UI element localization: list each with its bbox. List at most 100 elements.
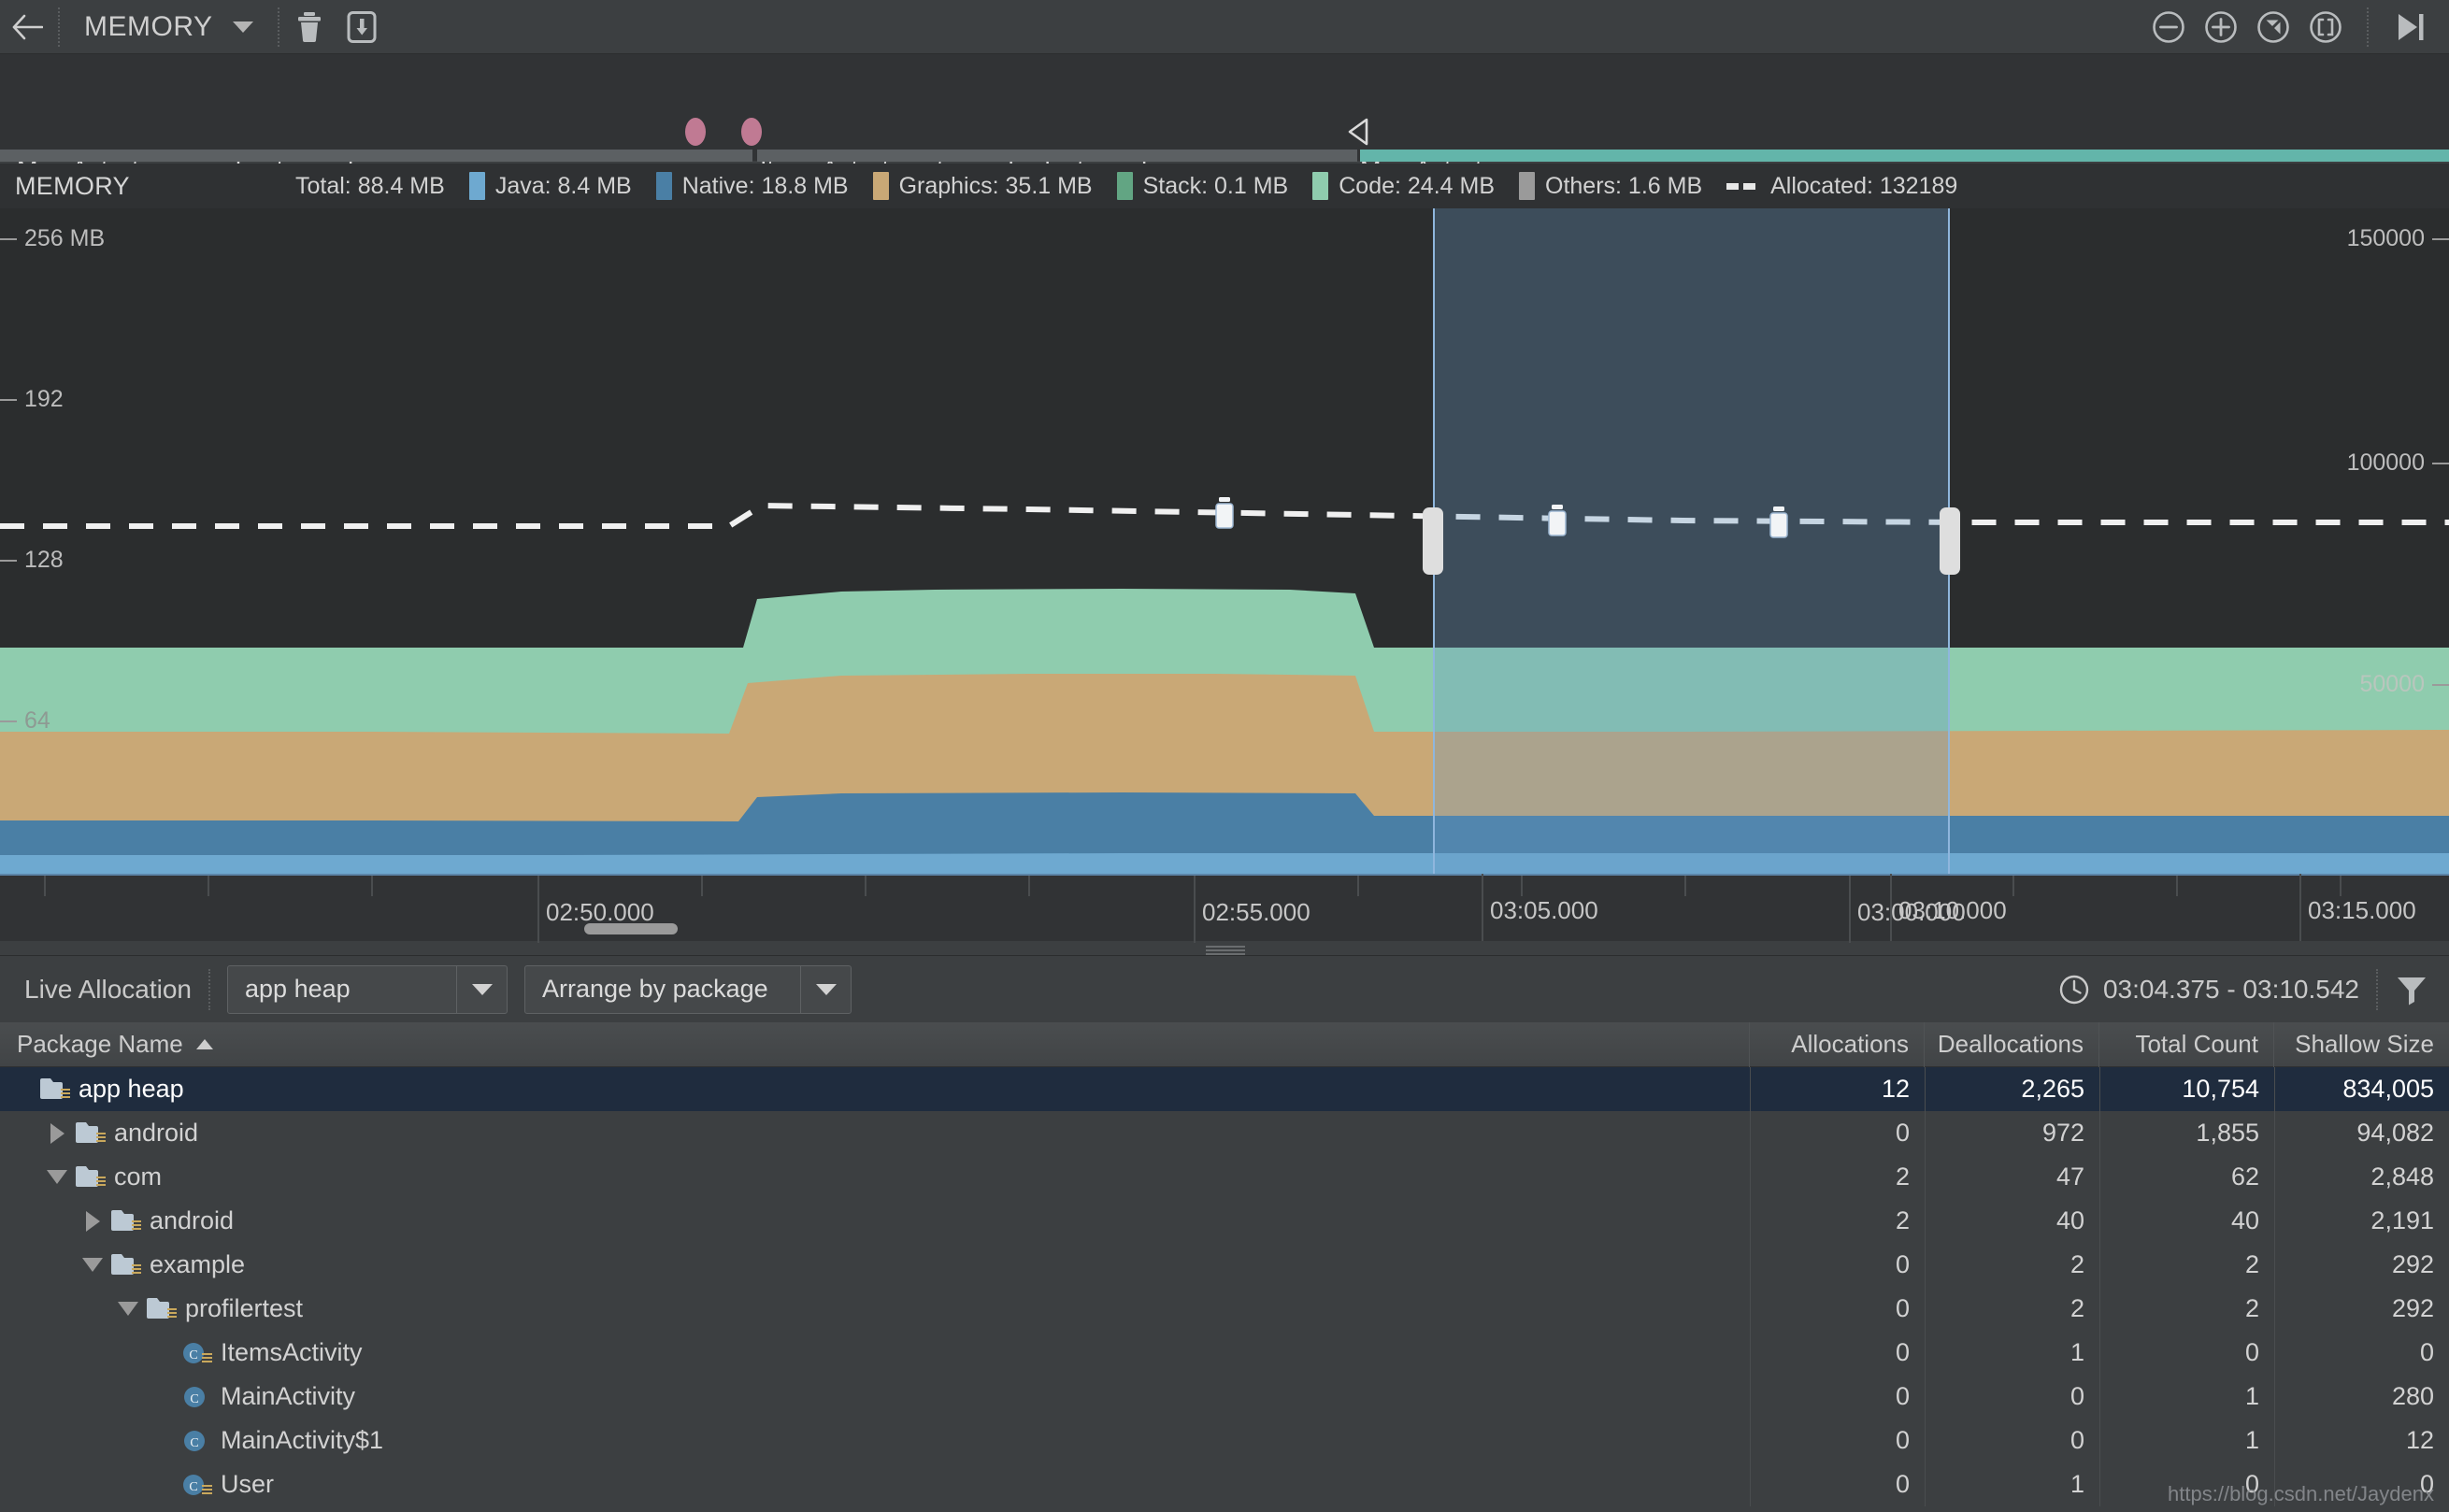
time-axis-label: 03:15.000 bbox=[2308, 896, 2416, 924]
event-timeline-track[interactable]: MainActivity - saved - stopped ItemsActi… bbox=[0, 53, 2449, 183]
cell-shallow-size: 292 bbox=[2274, 1243, 2449, 1287]
legend-item-others: Others: 1.6 MB bbox=[1519, 172, 1702, 200]
legend-swatch-code bbox=[1312, 172, 1329, 200]
legend-label-graphics: Graphics: 35.1 MB bbox=[898, 172, 1093, 199]
touch-event-marker[interactable] bbox=[685, 118, 706, 146]
activity-bar-main[interactable] bbox=[1360, 150, 2449, 162]
legend-label-allocated: Allocated: 132189 bbox=[1770, 172, 1958, 199]
time-tick-minor bbox=[865, 876, 866, 896]
chevron-right-icon[interactable] bbox=[41, 1122, 73, 1144]
cell-package-name: example bbox=[0, 1243, 1750, 1287]
time-axis-label: 03:10.000 bbox=[1898, 896, 2007, 924]
table-row[interactable]: app heap 12 2,265 10,754 834,005 bbox=[0, 1067, 2449, 1111]
cell-deallocations: 47 bbox=[1925, 1155, 2099, 1199]
reset-zoom-button[interactable] bbox=[2247, 0, 2299, 53]
package-name-label: example bbox=[150, 1250, 246, 1278]
chevron-down-icon[interactable] bbox=[41, 1170, 73, 1184]
touch-event-marker[interactable] bbox=[741, 118, 762, 146]
series-area-java bbox=[0, 853, 2449, 874]
table-row[interactable]: C MainActivity$1 0 0 1 12 bbox=[0, 1419, 2449, 1462]
zoom-in-button[interactable] bbox=[2195, 0, 2247, 53]
cell-allocations: 0 bbox=[1750, 1243, 1925, 1287]
timeline-axis-right-labels[interactable]: 03:05.000 03:10.000 03:15.000 bbox=[1224, 874, 2449, 941]
timeline-horizontal-scrollbar[interactable] bbox=[584, 923, 678, 934]
cell-deallocations: 972 bbox=[1925, 1111, 2099, 1155]
allocation-table[interactable]: Package Name Allocations Deallocations T… bbox=[0, 1021, 2449, 1512]
sort-ascending-icon bbox=[195, 1039, 213, 1049]
time-axis-label: 03:05.000 bbox=[1490, 896, 1598, 924]
legend-swatch-graphics bbox=[872, 172, 889, 200]
chevron-right-icon[interactable] bbox=[77, 1210, 108, 1232]
gc-event-marker[interactable] bbox=[1766, 506, 1792, 544]
chevron-down-icon[interactable] bbox=[77, 1258, 108, 1272]
time-tick-minor bbox=[371, 876, 373, 896]
clock-icon bbox=[2059, 975, 2089, 1004]
selection-handle-right[interactable] bbox=[1940, 507, 1960, 575]
memory-chart[interactable]: 256 MB 192 128 64 150000 100000 50000 bbox=[0, 208, 2449, 874]
tick-mark bbox=[0, 560, 17, 563]
live-allocation-toolbar: Live Allocation app heap Arrange by pack… bbox=[0, 955, 2449, 1022]
filter-button[interactable] bbox=[2395, 974, 2428, 1006]
toolbar-separator bbox=[2367, 7, 2369, 47]
legend-item-code: Code: 24.4 MB bbox=[1312, 172, 1495, 200]
heap-select[interactable]: app heap bbox=[227, 964, 508, 1014]
reset-zoom-icon bbox=[2257, 10, 2289, 43]
back-button[interactable] bbox=[0, 0, 54, 53]
tick-mark bbox=[2432, 463, 2449, 465]
legend-swatch-stack bbox=[1116, 172, 1133, 200]
chevron-down-icon[interactable] bbox=[800, 965, 851, 1013]
column-header-shallow-size[interactable]: Shallow Size bbox=[2274, 1022, 2449, 1067]
gc-event-marker[interactable] bbox=[1544, 504, 1570, 542]
chevron-down-icon[interactable] bbox=[233, 21, 254, 33]
table-body: app heap 12 2,265 10,754 834,005 android 0 972 1… bbox=[0, 1067, 2449, 1506]
legend-label-code: Code: 24.4 MB bbox=[1339, 172, 1495, 199]
cell-total-count: 2 bbox=[2099, 1243, 2274, 1287]
cell-deallocations: 1 bbox=[1925, 1331, 2099, 1375]
selection-handle-left[interactable] bbox=[1423, 507, 1443, 575]
cell-deallocations: 0 bbox=[1925, 1375, 2099, 1419]
cell-shallow-size: 94,082 bbox=[2274, 1111, 2449, 1155]
chevron-down-icon[interactable] bbox=[456, 965, 507, 1013]
legend-label-total: Total: 88.4 MB bbox=[295, 172, 445, 199]
zoom-out-button[interactable] bbox=[2142, 0, 2195, 53]
table-row[interactable]: profilertest 0 2 2 292 bbox=[0, 1287, 2449, 1331]
activity-bar-items-destroyed[interactable] bbox=[757, 150, 1357, 162]
zoom-to-selection-button[interactable] bbox=[2299, 0, 2352, 53]
svg-text:C: C bbox=[190, 1436, 198, 1450]
table-row[interactable]: C User 0 1 0 0 bbox=[0, 1462, 2449, 1506]
attach-to-live-button[interactable] bbox=[2384, 0, 2436, 53]
cell-total-count: 1 bbox=[2099, 1375, 2274, 1419]
force-gc-button[interactable] bbox=[283, 0, 336, 53]
table-row[interactable]: C ItemsActivity 0 1 0 0 bbox=[0, 1331, 2449, 1375]
column-header-allocations[interactable]: Allocations bbox=[1750, 1021, 1925, 1067]
package-folder-icon bbox=[108, 1251, 144, 1279]
table-row[interactable]: com 2 47 62 2,848 bbox=[0, 1155, 2449, 1199]
cell-deallocations: 2 bbox=[1925, 1287, 2099, 1331]
class-icon: C bbox=[179, 1339, 215, 1367]
panel-resize-grip[interactable] bbox=[1206, 946, 1245, 955]
package-name-label: MainActivity bbox=[221, 1382, 356, 1410]
package-name-label: ItemsActivity bbox=[221, 1338, 363, 1366]
cell-total-count: 10,754 bbox=[2099, 1067, 2274, 1111]
gc-event-marker[interactable] bbox=[1211, 496, 1238, 535]
legend-item-stack: Stack: 0.1 MB bbox=[1116, 172, 1288, 200]
table-row[interactable]: android 2 40 40 2,191 bbox=[0, 1199, 2449, 1243]
cell-total-count: 2 bbox=[2099, 1287, 2274, 1331]
legend-swatch-others bbox=[1519, 172, 1535, 200]
table-row[interactable]: C MainActivity 0 0 1 280 bbox=[0, 1375, 2449, 1419]
dump-java-heap-button[interactable] bbox=[336, 0, 388, 53]
activity-bar-main-stopped[interactable] bbox=[0, 150, 752, 162]
chevron-down-icon[interactable] bbox=[112, 1302, 144, 1316]
chart-range-selection[interactable] bbox=[1423, 208, 1960, 874]
table-header: Package Name Allocations Deallocations T… bbox=[0, 1021, 2449, 1067]
time-tick-minor bbox=[1028, 876, 1030, 896]
column-header-total-count[interactable]: Total Count bbox=[2099, 1021, 2274, 1067]
column-header-package-name[interactable]: Package Name bbox=[0, 1021, 1750, 1067]
cell-package-name: app heap bbox=[0, 1067, 1750, 1111]
cell-total-count: 0 bbox=[2099, 1331, 2274, 1375]
table-row[interactable]: android 0 972 1,855 94,082 bbox=[0, 1111, 2449, 1155]
cell-deallocations: 1 bbox=[1925, 1462, 2099, 1506]
table-row[interactable]: example 0 2 2 292 bbox=[0, 1243, 2449, 1287]
column-header-deallocations[interactable]: Deallocations bbox=[1925, 1021, 2099, 1067]
arrange-select[interactable]: Arrange by package bbox=[524, 964, 852, 1014]
